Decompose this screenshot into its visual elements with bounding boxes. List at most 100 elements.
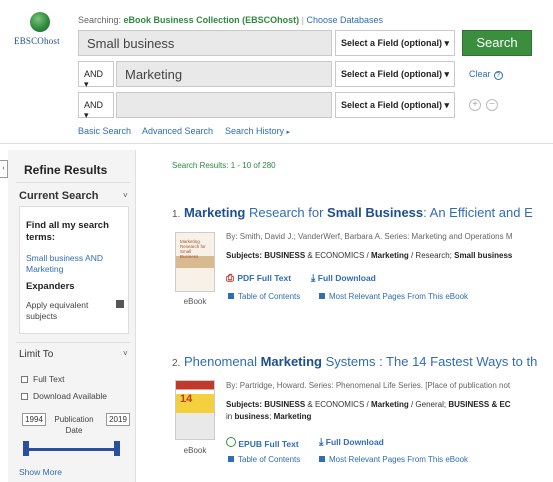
field-select-1[interactable]: Select a Field (optional) ▾ bbox=[335, 30, 455, 56]
search-input-3[interactable] bbox=[116, 92, 332, 118]
year-from-input[interactable]: 1994 bbox=[22, 413, 46, 426]
subject-term: BUSINESS & EC bbox=[448, 400, 511, 409]
cover-text: 14 bbox=[180, 393, 193, 405]
show-more-link[interactable]: Show More bbox=[19, 467, 62, 477]
title-part: Marketing bbox=[260, 354, 322, 369]
relevant-pages-icon bbox=[319, 293, 325, 299]
field-select-2-label: Select a Field (optional) bbox=[341, 69, 443, 79]
relevant-pages-link-1[interactable]: Most Relevant Pages From This eBook bbox=[319, 292, 468, 301]
search-history-label: Search History bbox=[225, 126, 285, 136]
subject-term: Marketing bbox=[370, 400, 409, 409]
relevant-pages-link-2[interactable]: Most Relevant Pages From This eBook bbox=[319, 455, 468, 464]
result-title-1[interactable]: 1. Marketing Research for Small Business… bbox=[172, 205, 533, 220]
clear-label: Clear bbox=[469, 69, 491, 79]
choose-databases-link[interactable]: Choose Databases bbox=[306, 15, 383, 25]
subject-term: / Research; bbox=[408, 251, 455, 260]
subject-term: & ECONOMICS / bbox=[305, 400, 371, 409]
apply-equivalent-label: Apply equivalent subjects bbox=[26, 300, 89, 321]
ebscohost-logo[interactable]: EBSCOhost bbox=[14, 12, 68, 52]
full-download-link-1[interactable]: ⤓ Full Download bbox=[311, 273, 376, 284]
result-number: 2. bbox=[172, 358, 181, 369]
current-search-title[interactable]: Current Search bbox=[19, 190, 98, 202]
full-download-label: Full Download bbox=[325, 437, 384, 447]
refine-results-title: Refine Results bbox=[24, 163, 108, 177]
subjects-label: Subjects: bbox=[226, 251, 263, 260]
book-cover-2[interactable]: 14 bbox=[175, 380, 215, 440]
subject-term: business bbox=[234, 412, 270, 421]
advanced-search-link[interactable]: Advanced Search bbox=[142, 126, 213, 136]
result-count: Search Results: 1 - 10 of 280 bbox=[172, 161, 276, 170]
field-select-3[interactable]: Select a Field (optional) ▾ bbox=[335, 92, 455, 118]
title-part: : An Efficient and E bbox=[423, 205, 533, 220]
toc-link-2[interactable]: Table of Contents bbox=[228, 455, 300, 464]
collapse-sidebar-icon[interactable]: ‹ bbox=[0, 160, 8, 178]
pdf-full-text-link[interactable]: ⎙ PDF Full Text bbox=[226, 273, 291, 284]
subject-term: BUSINESS bbox=[264, 251, 306, 260]
searching-label: Searching: bbox=[78, 15, 122, 25]
sidebar-divider bbox=[16, 182, 131, 183]
subject-term: & ECONOMICS / bbox=[305, 251, 371, 260]
help-icon[interactable]: ? bbox=[493, 71, 503, 80]
field-select-1-label: Select a Field (optional) bbox=[341, 38, 443, 48]
full-download-link-2[interactable]: ⤓ Full Download bbox=[319, 437, 384, 448]
pdf-full-text-label: PDF Full Text bbox=[237, 273, 292, 283]
date-slider-track[interactable] bbox=[24, 448, 120, 451]
subjects-label: Subjects: bbox=[226, 400, 263, 409]
download-icon: ⤓ bbox=[311, 273, 316, 284]
epub-icon bbox=[226, 437, 236, 447]
header-divider bbox=[0, 143, 553, 144]
search-input-1[interactable]: Small business bbox=[78, 30, 332, 56]
date-slider-handle-max[interactable] bbox=[114, 441, 120, 456]
bool-select-3-label: AND bbox=[84, 100, 104, 110]
searching-line: Searching: eBook Business Collection (EB… bbox=[78, 15, 383, 25]
book-cover-1[interactable]: Marketing Research for Small Business bbox=[175, 232, 215, 292]
limit-to-title[interactable]: Limit To bbox=[19, 349, 53, 360]
toc-label: Table of Contents bbox=[238, 292, 301, 301]
year-to-input[interactable]: 2019 bbox=[106, 413, 130, 426]
full-download-label: Full Download bbox=[317, 273, 376, 283]
subject-term: Marketing bbox=[370, 251, 409, 260]
chevron-down-icon[interactable]: ˅ bbox=[123, 349, 128, 358]
search-input-2[interactable]: Marketing bbox=[116, 61, 332, 87]
add-row-icon[interactable]: + bbox=[469, 99, 481, 111]
bool-select-2[interactable]: AND ▾ bbox=[78, 61, 114, 89]
search-button[interactable]: Search bbox=[462, 30, 532, 56]
toc-icon bbox=[228, 293, 234, 299]
relevant-pages-label: Most Relevant Pages From This eBook bbox=[329, 292, 469, 301]
chevron-down-icon[interactable]: ˅ bbox=[123, 191, 128, 200]
basic-search-link[interactable]: Basic Search bbox=[78, 126, 131, 136]
result-number: 1. bbox=[172, 209, 181, 220]
toc-link-1[interactable]: Table of Contents bbox=[228, 292, 300, 301]
toc-label: Table of Contents bbox=[238, 455, 301, 464]
relevant-pages-icon bbox=[319, 456, 325, 462]
expanders-label: Expanders bbox=[26, 281, 75, 292]
field-select-2[interactable]: Select a Field (optional) ▾ bbox=[335, 61, 455, 87]
pdf-icon: ⎙ bbox=[226, 273, 234, 284]
download-available-checkbox[interactable] bbox=[21, 393, 28, 400]
caret-right-icon: ▸ bbox=[286, 129, 291, 136]
clear-link[interactable]: Clear? bbox=[469, 69, 503, 80]
result-meta-2: By: Partridge, Howard. Series: Phenomena… bbox=[226, 381, 511, 390]
title-part: Small Business bbox=[327, 205, 424, 220]
toc-icon bbox=[228, 456, 234, 462]
ebook-type-label: eBook bbox=[183, 297, 207, 306]
download-available-label: Download Available bbox=[33, 391, 108, 401]
sidebar-divider-2 bbox=[16, 342, 131, 343]
title-part: Systems : The 14 Fastest Ways to th bbox=[322, 354, 538, 369]
relevant-pages-label: Most Relevant Pages From This eBook bbox=[329, 455, 469, 464]
remove-row-icon[interactable]: − bbox=[486, 99, 498, 111]
subject-term: / General; bbox=[408, 400, 449, 409]
full-text-label: Full Text bbox=[33, 374, 65, 384]
subject-term: BUSINESS bbox=[264, 400, 306, 409]
bool-select-2-label: AND bbox=[84, 69, 104, 79]
query-link[interactable]: Small business AND Marketing bbox=[26, 253, 126, 275]
search-history-link[interactable]: Search History ▸ bbox=[225, 126, 290, 136]
date-slider-handle-min[interactable] bbox=[23, 441, 29, 456]
result-title-2[interactable]: 2. Phenomenal Marketing Systems : The 14… bbox=[172, 354, 537, 369]
epub-full-text-label: EPUB Full Text bbox=[238, 439, 299, 449]
epub-full-text-link[interactable]: EPUB Full Text bbox=[226, 437, 299, 449]
bool-select-3[interactable]: AND ▾ bbox=[78, 92, 114, 120]
remove-expander-icon[interactable] bbox=[116, 300, 124, 308]
full-text-checkbox[interactable] bbox=[21, 376, 28, 383]
result-subjects-1: Subjects: BUSINESS & ECONOMICS / Marketi… bbox=[226, 251, 512, 260]
